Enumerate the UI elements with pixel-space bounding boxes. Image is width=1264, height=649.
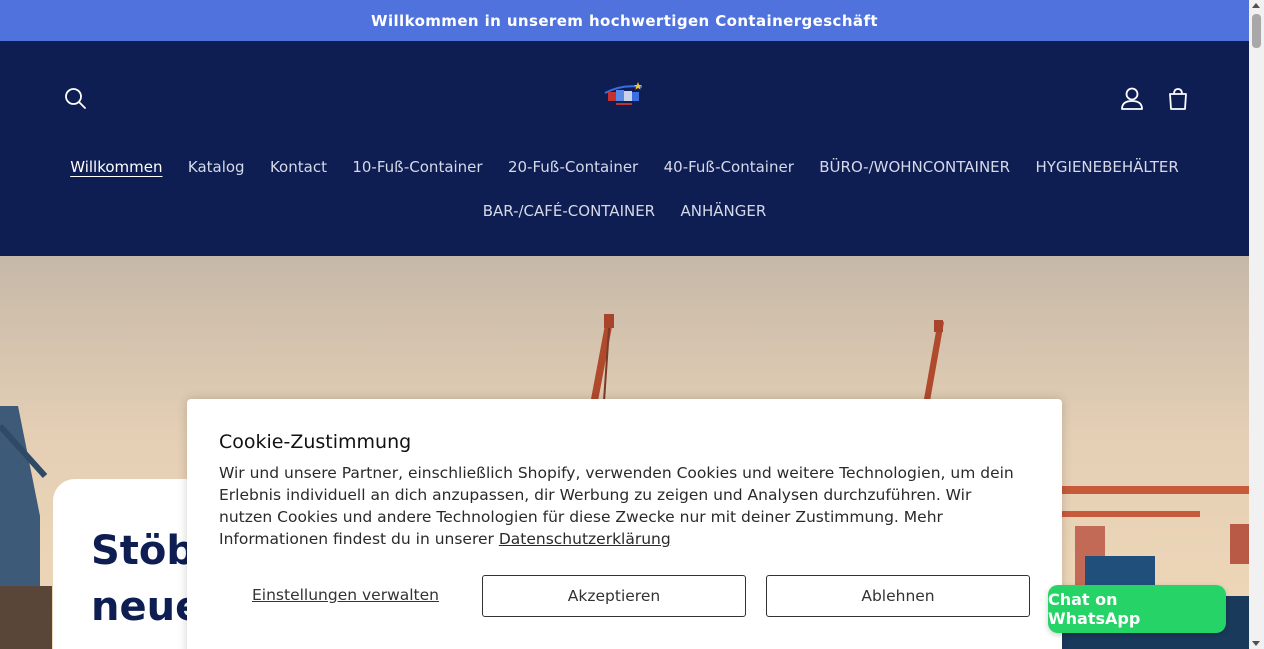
hero-title-line-2: neue bbox=[91, 584, 203, 630]
whatsapp-chat-button[interactable]: Chat on WhatsApp bbox=[1048, 585, 1226, 633]
cart-icon[interactable] bbox=[1164, 85, 1192, 113]
nav-link-katalog[interactable]: Katalog bbox=[175, 158, 257, 176]
scrollbar-thumb[interactable] bbox=[1252, 14, 1261, 48]
hero-title-line-1: Stöb bbox=[91, 528, 196, 574]
nav-link-hygiene-container[interactable]: HYGIENEBEHÄLTER bbox=[1023, 158, 1192, 176]
privacy-policy-link[interactable]: Datenschutzerklärung bbox=[499, 530, 671, 548]
account-icon[interactable] bbox=[1118, 85, 1146, 113]
decline-button[interactable]: Ablehnen bbox=[766, 575, 1030, 617]
manage-settings-link[interactable]: Einstellungen verwalten bbox=[252, 586, 439, 604]
hero-title: Stöb neue bbox=[91, 523, 202, 635]
nav-link-kontact[interactable]: Kontact bbox=[257, 158, 339, 176]
store-logo[interactable] bbox=[602, 81, 646, 111]
scroll-down-arrow-icon[interactable] bbox=[1252, 641, 1260, 646]
cookie-title: Cookie-Zustimmung bbox=[219, 431, 412, 453]
cookie-text: Wir und unsere Partner, einschließlich S… bbox=[219, 462, 1019, 550]
scroll-up-arrow-icon[interactable] bbox=[1252, 3, 1260, 8]
nav-link-anhaenger[interactable]: ANHÄNGER bbox=[668, 202, 779, 220]
announcement-bar: Willkommen in unserem hochwertigen Conta… bbox=[0, 0, 1249, 41]
nav-link-bar-cafe-container[interactable]: BAR-/CAFÉ-CONTAINER bbox=[470, 202, 668, 220]
nav-link-20ft-container[interactable]: 20-Fuß-Container bbox=[495, 158, 651, 176]
nav-link-40ft-container[interactable]: 40-Fuß-Container bbox=[651, 158, 807, 176]
nav-link-office-container[interactable]: BÜRO-/WOHNCONTAINER bbox=[807, 158, 1023, 176]
accept-button[interactable]: Akzeptieren bbox=[482, 575, 746, 617]
site-header: Willkommen Katalog Kontact 10-Fuß-Contai… bbox=[0, 41, 1249, 256]
page-scrollbar[interactable] bbox=[1249, 0, 1264, 649]
announcement-text: Willkommen in unserem hochwertigen Conta… bbox=[371, 11, 878, 30]
main-nav-row-2: BAR-/CAFÉ-CONTAINER ANHÄNGER bbox=[0, 202, 1249, 220]
nav-link-willkommen[interactable]: Willkommen bbox=[58, 158, 176, 176]
main-nav: Willkommen Katalog Kontact 10-Fuß-Contai… bbox=[0, 158, 1249, 176]
nav-link-10ft-container[interactable]: 10-Fuß-Container bbox=[340, 158, 496, 176]
search-icon[interactable] bbox=[62, 85, 90, 113]
cookie-consent-dialog: Cookie-Zustimmung Wir und unsere Partner… bbox=[187, 399, 1062, 649]
whatsapp-label: Chat on WhatsApp bbox=[1048, 590, 1141, 628]
